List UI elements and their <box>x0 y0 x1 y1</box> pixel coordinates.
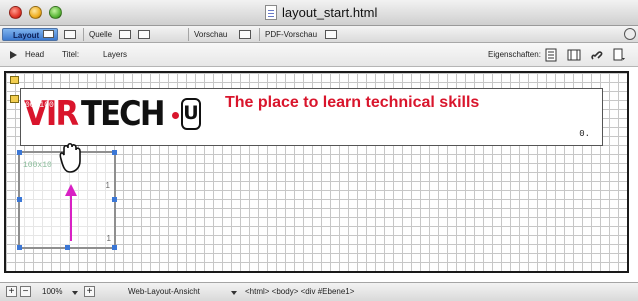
layer-id-label: 100x10 <box>23 161 52 170</box>
document-options-icon[interactable] <box>612 48 626 62</box>
tagline: The place to learn technical skills <box>225 94 480 111</box>
title-label: Titel: <box>62 50 80 59</box>
layer-marker-icon[interactable] <box>10 76 19 84</box>
preview-button[interactable]: Vorschau <box>194 28 256 41</box>
layer-number-bottom: 1 <box>106 234 111 243</box>
resize-handle[interactable] <box>17 197 22 202</box>
layout-view-button[interactable]: Layout <box>2 28 58 41</box>
zoom-in-icon[interactable]: + <box>6 286 17 297</box>
head-toolbar: Head Titel: Layers Eigenschaften: <box>0 43 638 67</box>
preview-label: Vorschau <box>194 30 228 39</box>
disclosure-triangle-icon[interactable] <box>10 51 17 59</box>
logo-text-u: U <box>181 98 201 130</box>
head-label: Head <box>25 50 45 59</box>
zoom-level[interactable]: 100% <box>42 287 62 296</box>
layout-view-label: Layout <box>13 31 40 40</box>
html-document-icon <box>265 5 277 20</box>
pdf-icon <box>325 30 337 39</box>
upward-arrow-icon <box>65 184 77 241</box>
status-bar: + − 100% + Web-Layout-Ansicht <html> <bo… <box>0 282 638 301</box>
virtech-logo: VIR TECH U <box>24 92 201 134</box>
zoom-window-button[interactable] <box>49 6 62 19</box>
close-window-button[interactable] <box>9 6 22 19</box>
logo-text-tech: TECH <box>81 94 165 134</box>
pdf-preview-label: PDF-Vorschau <box>265 30 318 39</box>
zoom-out-icon[interactable]: − <box>20 286 31 297</box>
banner-layer[interactable]: VIR TECH U 00x100 The place to learn tec… <box>20 88 603 146</box>
view-mode-select[interactable]: Web-Layout-Ansicht <box>128 287 200 296</box>
split-view-icon[interactable] <box>64 30 76 39</box>
layout-mode-icon <box>43 30 54 38</box>
film-strip-icon[interactable] <box>567 48 581 62</box>
properties-document-icon[interactable] <box>544 48 558 62</box>
window-title: layout_start.html <box>282 5 378 20</box>
banner-number: 0. <box>579 129 590 139</box>
tag-path-breadcrumb[interactable]: <html> <body> <div #Ebene1> <box>245 287 354 296</box>
preview-image-icon <box>239 30 251 39</box>
source-code-icon <box>119 30 131 39</box>
window-title-bar: layout_start.html <box>0 0 638 26</box>
resize-handle[interactable] <box>17 150 22 155</box>
page-title-field[interactable]: Layers <box>103 50 127 59</box>
add-icon[interactable]: + <box>84 286 95 297</box>
resize-handle[interactable] <box>65 245 70 250</box>
view-mode-toolbar: Layout Quelle Vorschau PDF-Vorschau <box>0 26 638 43</box>
toolbar-separator <box>259 28 260 41</box>
layer-id-label: 00x100 <box>25 101 54 110</box>
toolbar-separator <box>83 28 84 41</box>
pdf-preview-button[interactable]: PDF-Vorschau <box>265 28 355 41</box>
resize-handle[interactable] <box>112 150 117 155</box>
source-split-icon <box>138 30 150 39</box>
source-view-button[interactable]: Quelle <box>89 28 153 41</box>
minimize-window-button[interactable] <box>29 6 42 19</box>
zoom-dropdown-icon[interactable] <box>72 291 78 295</box>
layer-marker-icon[interactable] <box>10 95 19 103</box>
logo-dot <box>172 112 179 119</box>
design-canvas[interactable]: VIR TECH U 00x100 The place to learn tec… <box>0 67 638 282</box>
properties-label: Eigenschaften: <box>488 50 541 59</box>
link-chain-icon[interactable] <box>590 48 604 62</box>
view-mode-dropdown-icon[interactable] <box>231 291 237 295</box>
resize-handle[interactable] <box>112 245 117 250</box>
source-view-label: Quelle <box>89 30 113 39</box>
grab-hand-cursor-icon <box>59 142 81 173</box>
layer-number-top: 1 <box>105 181 110 190</box>
resize-handle[interactable] <box>112 197 117 202</box>
toolbar-separator <box>188 28 189 41</box>
more-options-icon[interactable] <box>624 28 636 40</box>
resize-handle[interactable] <box>17 245 22 250</box>
